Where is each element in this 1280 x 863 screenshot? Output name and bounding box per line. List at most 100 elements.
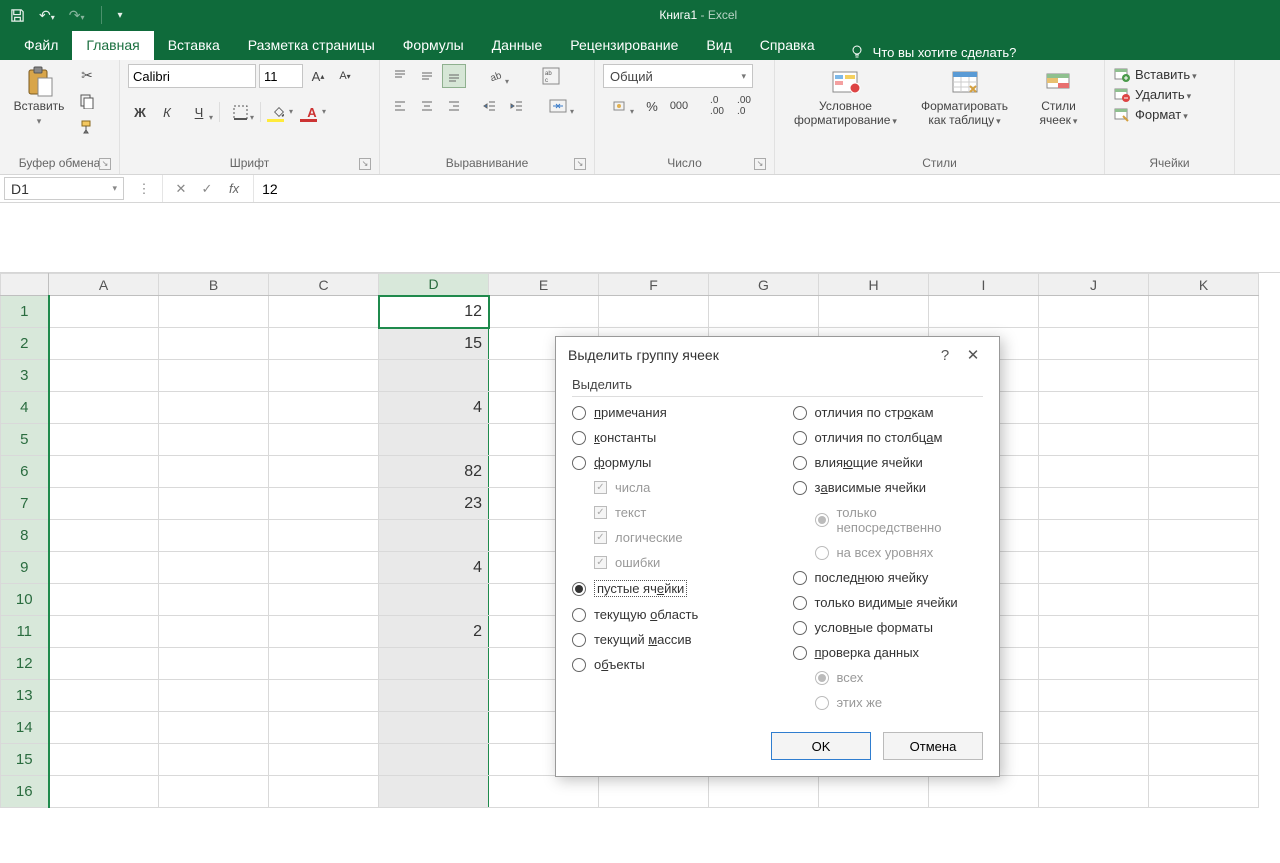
cell[interactable] <box>379 712 489 744</box>
cell[interactable] <box>49 616 159 648</box>
cancel-button[interactable]: Отмена <box>883 732 983 760</box>
cell[interactable] <box>159 392 269 424</box>
option-rowdiff[interactable]: отличия по строкам <box>793 405 984 420</box>
cell[interactable] <box>269 328 379 360</box>
cell[interactable]: 4 <box>379 392 489 424</box>
cell[interactable] <box>159 488 269 520</box>
tab-view[interactable]: Вид <box>692 31 745 60</box>
font-dialog-launcher[interactable]: ↘ <box>359 158 371 170</box>
wrap-text-icon[interactable]: abc <box>539 64 563 88</box>
tab-file[interactable]: Файл <box>10 31 72 60</box>
cell[interactable] <box>1149 456 1259 488</box>
cell[interactable] <box>1039 616 1149 648</box>
cell[interactable] <box>1149 424 1259 456</box>
cell[interactable] <box>599 296 709 328</box>
cell[interactable] <box>269 392 379 424</box>
tab-formulas[interactable]: Формулы <box>389 31 478 60</box>
select-all-corner[interactable] <box>1 274 49 296</box>
tell-me[interactable]: Что вы хотите сделать? <box>849 44 1017 60</box>
row-header[interactable]: 8 <box>1 520 49 552</box>
qat-customize-icon[interactable]: ▾ <box>116 10 125 21</box>
font-size-input[interactable] <box>259 64 303 88</box>
clipboard-dialog-launcher[interactable]: ↘ <box>99 158 111 170</box>
cell[interactable] <box>269 296 379 328</box>
cell[interactable] <box>269 424 379 456</box>
row-header[interactable]: 12 <box>1 648 49 680</box>
format-as-table-button[interactable]: Форматировать как таблицу <box>910 64 1020 130</box>
tab-data[interactable]: Данные <box>478 31 557 60</box>
row-header[interactable]: 16 <box>1 776 49 808</box>
row-header[interactable]: 2 <box>1 328 49 360</box>
format-cells-button[interactable]: Формат <box>1135 107 1188 122</box>
formula-input[interactable] <box>254 175 1280 202</box>
option-formulas[interactable]: формулы <box>572 455 763 470</box>
merge-icon[interactable] <box>539 94 577 118</box>
number-format-select[interactable]: Общий▾ <box>603 64 753 88</box>
cell[interactable] <box>1149 552 1259 584</box>
option-direct[interactable]: только непосредственно <box>815 505 984 535</box>
row-header[interactable]: 4 <box>1 392 49 424</box>
bold-icon[interactable]: Ж <box>128 100 152 124</box>
align-left-icon[interactable] <box>388 94 412 118</box>
column-header[interactable]: K <box>1149 274 1259 296</box>
cell[interactable] <box>49 392 159 424</box>
ok-button[interactable]: OK <box>771 732 871 760</box>
cell[interactable] <box>49 360 159 392</box>
cell[interactable] <box>269 488 379 520</box>
cell[interactable] <box>269 648 379 680</box>
cell[interactable] <box>379 648 489 680</box>
cell[interactable] <box>159 712 269 744</box>
option-cond[interactable]: условные форматы <box>793 620 984 635</box>
decrease-indent-icon[interactable] <box>478 94 502 118</box>
cell[interactable] <box>1039 328 1149 360</box>
cell[interactable] <box>1149 488 1259 520</box>
cell[interactable] <box>269 520 379 552</box>
row-header[interactable]: 1 <box>1 296 49 328</box>
name-box[interactable]: D1▾ <box>4 177 124 200</box>
undo-icon[interactable]: ↶▾ <box>37 7 57 24</box>
format-painter-icon[interactable] <box>76 116 98 138</box>
cell[interactable]: 4 <box>379 552 489 584</box>
cell[interactable] <box>269 584 379 616</box>
option-visible[interactable]: только видимые ячейки <box>793 595 984 610</box>
row-header[interactable]: 14 <box>1 712 49 744</box>
option-alllevels[interactable]: на всех уровнях <box>815 545 984 560</box>
cell[interactable] <box>929 296 1039 328</box>
enter-formula-icon[interactable]: ✓ <box>197 179 217 199</box>
row-header[interactable]: 10 <box>1 584 49 616</box>
cell[interactable] <box>1039 712 1149 744</box>
insert-cells-button[interactable]: Вставить <box>1135 67 1197 82</box>
cell[interactable] <box>159 680 269 712</box>
cell[interactable] <box>49 648 159 680</box>
percent-icon[interactable]: % <box>640 94 664 118</box>
column-header[interactable]: H <box>819 274 929 296</box>
option-last[interactable]: последнюю ячейку <box>793 570 984 585</box>
option-const[interactable]: константы <box>572 430 763 445</box>
cell[interactable] <box>49 744 159 776</box>
row-header[interactable]: 13 <box>1 680 49 712</box>
font-name-input[interactable] <box>128 64 256 88</box>
align-dialog-launcher[interactable]: ↘ <box>574 158 586 170</box>
conditional-formatting-button[interactable]: Условное форматирование <box>786 64 906 130</box>
column-header[interactable]: G <box>709 274 819 296</box>
cancel-formula-icon[interactable]: ✕ <box>171 179 191 199</box>
column-header[interactable]: J <box>1039 274 1149 296</box>
cell[interactable] <box>1039 776 1149 808</box>
cell[interactable] <box>269 616 379 648</box>
cell[interactable] <box>159 744 269 776</box>
cell[interactable] <box>599 776 709 808</box>
cell[interactable] <box>379 360 489 392</box>
cell[interactable] <box>1149 520 1259 552</box>
column-header[interactable]: E <box>489 274 599 296</box>
orientation-icon[interactable]: ab <box>478 64 512 88</box>
cell[interactable] <box>1039 392 1149 424</box>
cell[interactable] <box>1149 584 1259 616</box>
option-all[interactable]: всех <box>815 670 984 685</box>
cell[interactable] <box>159 424 269 456</box>
cell[interactable] <box>709 776 819 808</box>
option-blanks[interactable]: пустые ячейки <box>572 580 763 597</box>
cell[interactable] <box>1149 712 1259 744</box>
cell[interactable] <box>159 648 269 680</box>
cell[interactable] <box>1039 648 1149 680</box>
copy-icon[interactable] <box>76 90 98 112</box>
